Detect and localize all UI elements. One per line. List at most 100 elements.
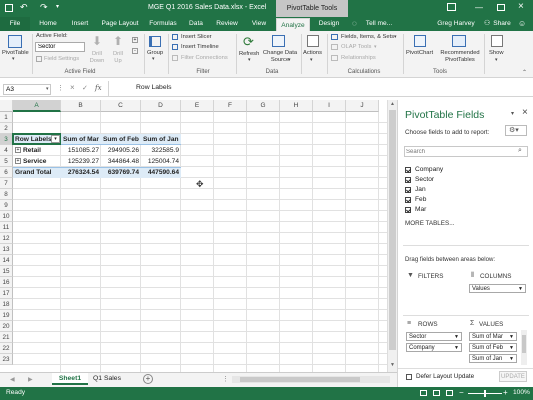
row-header-21[interactable]: 21: [0, 332, 13, 343]
filter-dropdown-icon[interactable]: ▾: [51, 135, 60, 143]
olap-tools-button[interactable]: OLAP Tools: [341, 44, 371, 51]
row-header-10[interactable]: 10: [0, 211, 13, 222]
formula-input[interactable]: Row Labels: [108, 81, 528, 96]
value-pill-sum-of-jan[interactable]: Sum of Jan ▼: [469, 354, 517, 363]
values-scrollbar[interactable]: [521, 330, 527, 365]
share-button[interactable]: Share: [491, 17, 513, 31]
field-item-mar[interactable]: Mar: [405, 205, 426, 215]
row-header-7[interactable]: 7: [0, 178, 13, 189]
relationships-button[interactable]: Relationships: [341, 55, 376, 62]
zoom-out-icon[interactable]: −: [459, 388, 464, 397]
drill-up-icon[interactable]: ⬆: [113, 34, 123, 48]
select-all-corner[interactable]: [0, 100, 13, 112]
redo-icon[interactable]: ↷: [40, 2, 48, 13]
column-header-d[interactable]: D: [141, 100, 181, 112]
user-name[interactable]: Greg Harvey: [436, 17, 476, 31]
column-pill-values[interactable]: Values ▼: [469, 284, 526, 293]
page-layout-view-icon[interactable]: [433, 390, 440, 396]
tab-review[interactable]: Review: [212, 17, 242, 31]
row-pill-company[interactable]: Company ▼: [406, 343, 462, 352]
tab-home[interactable]: Home: [34, 17, 62, 31]
zoom-level[interactable]: 100%: [513, 389, 530, 396]
relationships-icon[interactable]: [331, 55, 338, 61]
row-header-5[interactable]: 5: [0, 156, 13, 167]
column-header-a[interactable]: A: [13, 100, 61, 112]
update-button[interactable]: UPDATE: [499, 371, 527, 382]
value-pill-sum-of-mar[interactable]: Sum of Mar ▼: [469, 332, 517, 341]
pivot-column-header[interactable]: Sum of Mar: [61, 134, 101, 145]
row-header-6[interactable]: 6: [0, 167, 13, 178]
hscroll-thumb[interactable]: [240, 377, 360, 382]
pivot-value-cell[interactable]: 125239.27: [61, 156, 101, 167]
grand-total-value[interactable]: 276324.54: [61, 167, 101, 178]
tab-view[interactable]: View: [246, 17, 272, 31]
cancel-icon[interactable]: ×: [70, 83, 75, 92]
olap-tools-icon[interactable]: [331, 44, 338, 50]
zoom-slider-thumb[interactable]: [484, 390, 486, 397]
tab-file[interactable]: File: [0, 17, 30, 31]
row-header-18[interactable]: 18: [0, 299, 13, 310]
sheet-tab-sheet1[interactable]: Sheet1: [52, 373, 88, 385]
tab-page-layout[interactable]: Page Layout: [98, 17, 142, 31]
page-break-view-icon[interactable]: [446, 390, 453, 396]
close-icon[interactable]: ×: [518, 1, 524, 12]
row-header-16[interactable]: 16: [0, 277, 13, 288]
scroll-down-icon[interactable]: ▼: [390, 362, 395, 368]
filter-connections-icon[interactable]: [172, 55, 178, 61]
insert-timeline-button[interactable]: Insert Timeline: [181, 44, 219, 51]
pivot-row-label[interactable]: Service: [21, 156, 61, 167]
quick-access-dropdown-icon[interactable]: ▾: [56, 3, 59, 10]
row-header-1[interactable]: 1: [0, 112, 13, 123]
row-pill-sector[interactable]: Sector ▼: [406, 332, 462, 341]
tab-analyze[interactable]: Analyze: [276, 18, 310, 31]
ribbon-display-icon[interactable]: [447, 3, 456, 11]
prev-sheet-icon[interactable]: ◀: [10, 376, 15, 383]
field-item-sector[interactable]: Sector: [405, 175, 434, 185]
checkbox-checked[interactable]: [405, 167, 411, 173]
normal-view-icon[interactable]: [420, 390, 427, 396]
row-header-22[interactable]: 22: [0, 343, 13, 354]
restore-icon[interactable]: [497, 4, 505, 11]
sheet-tab-q1-sales[interactable]: Q1 Sales: [89, 373, 125, 385]
tab-data[interactable]: Data: [184, 17, 208, 31]
scroll-up-icon[interactable]: ▲: [390, 101, 395, 107]
pivottable-icon[interactable]: [8, 35, 22, 48]
column-header-h[interactable]: H: [280, 100, 313, 112]
horizontal-scrollbar[interactable]: [232, 376, 390, 383]
tab-insert[interactable]: Insert: [66, 17, 94, 31]
field-search-box[interactable]: ⌕: [404, 146, 528, 157]
row-header-12[interactable]: 12: [0, 233, 13, 244]
column-header-i[interactable]: I: [313, 100, 346, 112]
grand-total-value[interactable]: 639769.74: [101, 167, 141, 178]
tab-design[interactable]: Design: [313, 17, 345, 31]
filter-connections-button[interactable]: Filter Connections: [181, 55, 228, 62]
spreadsheet-grid[interactable]: A B C D E F G H I J 1 2 3 4 5 6 7 8 9 10 11 12 13 14 15 16 17 18 19 2…: [0, 100, 397, 372]
change-data-source-button[interactable]: Change Data Source: [262, 50, 298, 64]
row-header-11[interactable]: 11: [0, 222, 13, 233]
save-icon[interactable]: [5, 4, 13, 12]
pivottable-button[interactable]: PivotTable: [2, 50, 29, 57]
pivot-column-header[interactable]: Sum of Jan: [141, 134, 181, 145]
pivotchart-button[interactable]: PivotChart: [406, 50, 433, 57]
checkbox-checked[interactable]: [405, 187, 411, 193]
insert-slicer-icon[interactable]: [172, 34, 178, 40]
row-header-23[interactable]: 23: [0, 354, 13, 365]
pivot-value-cell[interactable]: 344864.48: [101, 156, 141, 167]
chevron-down-icon[interactable]: ▼: [509, 333, 514, 341]
insert-slicer-button[interactable]: Insert Slicer: [181, 34, 212, 41]
row-header-14[interactable]: 14: [0, 255, 13, 266]
column-header-e[interactable]: E: [181, 100, 214, 112]
column-header-c[interactable]: C: [101, 100, 141, 112]
value-pill-sum-of-feb[interactable]: Sum of Feb ▼: [469, 343, 517, 352]
column-header-f[interactable]: F: [214, 100, 247, 112]
undo-icon[interactable]: ↶: [20, 2, 28, 13]
recommended-pivottables-icon[interactable]: [452, 35, 466, 47]
insert-timeline-icon[interactable]: [172, 44, 178, 50]
refresh-icon[interactable]: ⟳: [243, 34, 254, 50]
field-settings-button[interactable]: Field Settings: [44, 56, 79, 63]
field-item-company[interactable]: Company: [405, 165, 443, 175]
vertical-scrollbar[interactable]: ▲ ▼: [387, 100, 397, 372]
actions-button[interactable]: Actions: [303, 50, 322, 57]
gear-icon[interactable]: ⚙▾: [505, 125, 527, 136]
insert-function-button[interactable]: fx: [95, 84, 102, 92]
